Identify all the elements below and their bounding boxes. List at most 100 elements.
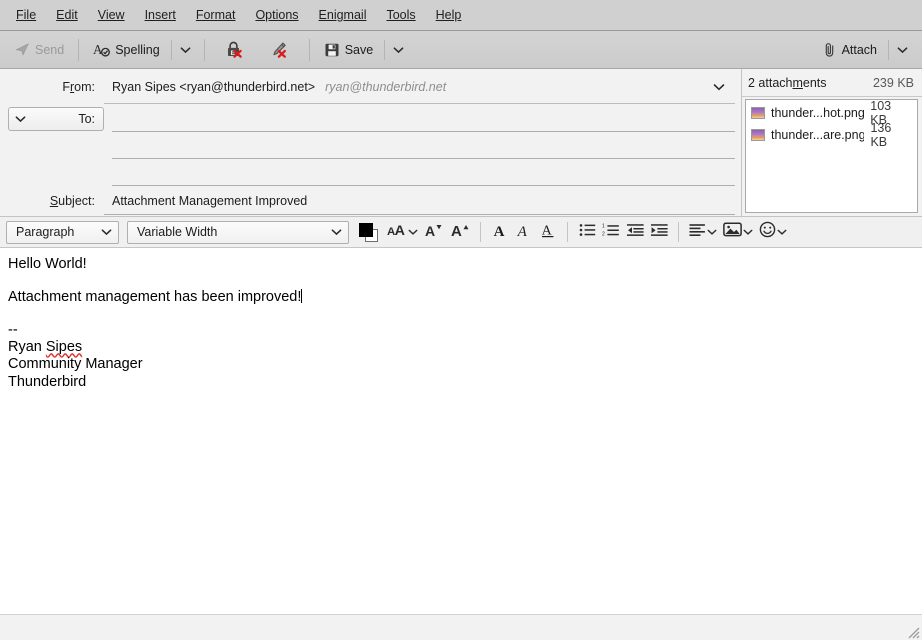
spelling-dropdown-button[interactable]: [174, 43, 197, 57]
underline-button[interactable]: A: [536, 220, 560, 244]
message-body-editor[interactable]: Hello World! Attachment management has b…: [0, 248, 922, 614]
menu-insert-label: Insert: [145, 8, 176, 22]
svg-text:A: A: [517, 224, 528, 238]
body-paragraph-sentence: Attachment management has been improved!: [8, 289, 914, 306]
from-field[interactable]: Ryan Sipes <ryan@thunderbird.net> ryan@t…: [104, 70, 735, 104]
menu-view-label: View: [98, 8, 125, 22]
underline-A-icon: A: [540, 222, 556, 243]
attachment-list[interactable]: thunder...hot.png 103 KB thunder...are.p…: [745, 99, 918, 213]
attachment-pane-header[interactable]: 2 attachments 239 KB: [742, 69, 922, 97]
italic-A-icon: A: [516, 222, 532, 243]
encrypt-button[interactable]: E: [212, 37, 255, 62]
insert-image-menu-button[interactable]: [720, 220, 756, 244]
from-label: From:: [0, 80, 104, 94]
smiley-face-icon: [759, 221, 776, 243]
status-bar: [0, 614, 922, 640]
bullet-list-icon: [579, 223, 596, 242]
font-color-picker[interactable]: [359, 223, 378, 242]
chevron-down-icon: [331, 225, 342, 239]
outdent-button[interactable]: [623, 220, 647, 244]
attachment-name: thunder...are.png: [771, 128, 864, 142]
menu-item-file[interactable]: File: [6, 5, 46, 25]
attachment-count-label: 2 attachments: [748, 76, 827, 90]
signature-block: -- Ryan Sipes Community Manager Thunderb…: [8, 322, 914, 390]
indent-icon: [651, 223, 668, 242]
menu-file-label: File: [16, 8, 36, 22]
menu-item-help[interactable]: Help: [426, 5, 472, 25]
emoticon-menu-button[interactable]: [756, 220, 790, 244]
text-caret: [301, 289, 302, 303]
toolbar-separator-2: [204, 39, 205, 61]
pencil-sign-disabled-icon: [269, 40, 288, 59]
font-larger-icon: A: [451, 222, 470, 243]
svg-text:A: A: [425, 223, 435, 238]
menu-item-edit[interactable]: Edit: [46, 5, 88, 25]
ordered-list-button[interactable]: 1 2: [599, 220, 623, 244]
attachment-item[interactable]: thunder...are.png 136 KB: [746, 124, 917, 146]
from-dropdown-icon[interactable]: [713, 83, 735, 91]
font-family-select[interactable]: Variable Width: [127, 221, 349, 244]
font-size-menu-button[interactable]: A A: [384, 220, 421, 244]
unordered-list-button[interactable]: [575, 220, 599, 244]
increase-font-size-button[interactable]: A: [447, 220, 473, 244]
menu-options-label: Options: [255, 8, 298, 22]
menu-item-view[interactable]: View: [88, 5, 135, 25]
align-menu-button[interactable]: [686, 220, 720, 244]
signature-name-line: Ryan Sipes: [8, 339, 914, 356]
indent-button[interactable]: [647, 220, 671, 244]
from-identity-value: Ryan Sipes <ryan@thunderbird.net>: [112, 80, 315, 94]
spelling-label: Spelling: [115, 43, 159, 57]
to-row: To:: [0, 105, 741, 132]
menu-tools-label: Tools: [386, 8, 415, 22]
image-picture-icon: [723, 222, 742, 242]
subject-input[interactable]: Attachment Management Improved: [104, 187, 735, 215]
to-input[interactable]: [112, 105, 735, 132]
chevron-down-icon: [408, 223, 418, 241]
attach-button[interactable]: Attach: [815, 39, 884, 61]
menu-item-tools[interactable]: Tools: [376, 5, 425, 25]
address-row-2-input[interactable]: [112, 132, 735, 159]
italic-button[interactable]: A: [512, 220, 536, 244]
menu-item-enigmail[interactable]: Enigmail: [309, 5, 377, 25]
from-email-hint: ryan@thunderbird.net: [325, 80, 446, 94]
chevron-down-icon: [15, 110, 26, 128]
save-dropdown-button[interactable]: [387, 43, 410, 57]
to-recipient-type-button[interactable]: To:: [8, 107, 104, 131]
attach-label: Attach: [842, 43, 877, 57]
toolbar-separator-1: [78, 39, 79, 61]
svg-text:A: A: [93, 42, 103, 57]
compose-window: File Edit View Insert Format Options Eni…: [0, 0, 922, 640]
signature-name-misspelled: Sipes: [46, 339, 82, 355]
sign-button[interactable]: [255, 37, 302, 62]
paperclip-icon: [822, 42, 837, 58]
main-toolbar: Send A Spelling: [0, 31, 922, 69]
spelling-button[interactable]: A Spelling: [86, 39, 166, 61]
attachment-total-size: 239 KB: [873, 76, 914, 90]
decrease-font-size-button[interactable]: A: [421, 220, 447, 244]
svg-text:A: A: [494, 224, 505, 238]
bold-button[interactable]: A: [488, 220, 512, 244]
chevron-down-icon: [101, 225, 112, 239]
attach-dropdown-button[interactable]: [891, 43, 914, 57]
send-button[interactable]: Send: [8, 39, 71, 60]
menu-item-insert[interactable]: Insert: [135, 5, 186, 25]
subject-label: Subject:: [0, 194, 104, 208]
format-separator-3: [678, 222, 679, 242]
menu-bar: File Edit View Insert Format Options Eni…: [0, 0, 922, 31]
address-row-3: [0, 159, 741, 186]
paragraph-style-select[interactable]: Paragraph: [6, 221, 119, 244]
image-thumbnail-icon: [751, 129, 765, 141]
address-row-2: [0, 132, 741, 159]
save-label: Save: [345, 43, 374, 57]
font-smaller-icon: A: [425, 222, 443, 243]
foreground-color-swatch-icon: [359, 223, 373, 237]
send-paper-plane-icon: [15, 42, 30, 57]
save-button[interactable]: Save: [317, 39, 381, 61]
signature-separator: --: [8, 322, 914, 339]
menu-item-format[interactable]: Format: [186, 5, 246, 25]
font-family-value: Variable Width: [137, 225, 217, 239]
menu-item-options[interactable]: Options: [245, 5, 308, 25]
resize-grip-icon[interactable]: [906, 625, 920, 639]
address-row-3-input[interactable]: [112, 159, 735, 186]
attachment-size: 136 KB: [870, 121, 911, 149]
